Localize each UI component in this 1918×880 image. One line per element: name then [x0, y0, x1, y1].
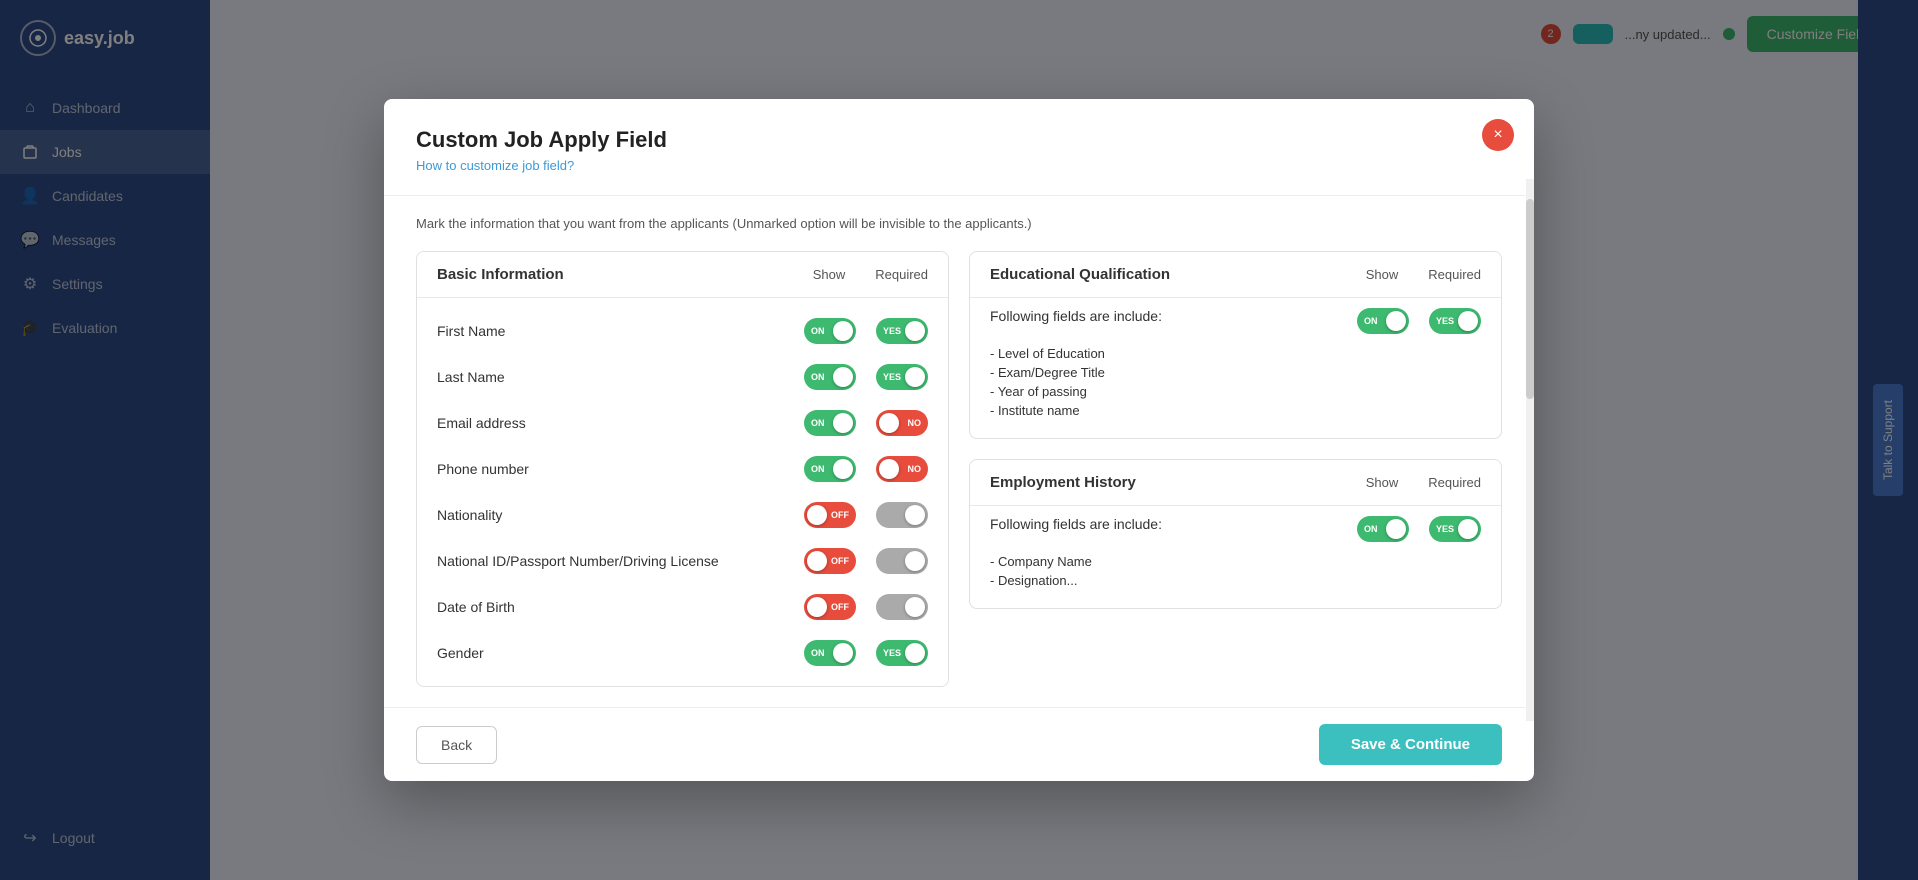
toggle-show-dob[interactable]: OFF — [804, 594, 856, 620]
edu-field-1: - Level of Education — [990, 346, 1481, 361]
edu-toggle-group: ON YES — [1357, 308, 1481, 334]
toggle-group-email: ON NO — [804, 410, 928, 436]
scrollbar-track — [1526, 179, 1534, 721]
modal-overlay: Custom Job Apply Field How to customize … — [0, 0, 1918, 880]
toggle-group-nationalid: OFF — [804, 548, 928, 574]
emp-body: Following fields are include: ON YES — [970, 506, 1501, 608]
toggle-req-edu[interactable]: YES — [1429, 308, 1481, 334]
show-label: Show — [813, 267, 846, 282]
basic-info-card: Basic Information Show Required First Na… — [416, 251, 949, 687]
modal-columns: Basic Information Show Required First Na… — [416, 251, 1502, 687]
toggle-group-phone: ON NO — [804, 456, 928, 482]
toggle-req-emp[interactable]: YES — [1429, 516, 1481, 542]
field-row-lastname: Last Name ON YES — [417, 354, 948, 400]
toggle-req-nationality[interactable] — [876, 502, 928, 528]
field-label-email: Email address — [437, 415, 794, 431]
toggle-req-firstname[interactable]: YES — [876, 318, 928, 344]
emp-field-1: - Company Name — [990, 554, 1481, 569]
field-label-dob: Date of Birth — [437, 599, 794, 615]
toggle-group-nationality: OFF — [804, 502, 928, 528]
toggle-show-lastname[interactable]: ON — [804, 364, 856, 390]
field-label-lastname: Last Name — [437, 369, 794, 385]
emp-field-2: - Designation... — [990, 573, 1481, 588]
edu-header: Educational Qualification Show Required — [970, 252, 1501, 298]
edu-field-4: - Institute name — [990, 403, 1481, 418]
emp-title: Employment History — [990, 474, 1136, 491]
field-row-nationality: Nationality OFF — [417, 492, 948, 538]
toggle-show-phone[interactable]: ON — [804, 456, 856, 482]
modal-header: Custom Job Apply Field How to customize … — [384, 99, 1534, 196]
employment-section: Employment History Show Required Followi… — [969, 459, 1502, 609]
modal-instruction: Mark the information that you want from … — [416, 216, 1502, 231]
modal-title: Custom Job Apply Field — [416, 127, 1502, 153]
scrollbar-thumb[interactable] — [1526, 199, 1534, 399]
toggle-show-email[interactable]: ON — [804, 410, 856, 436]
edu-show-label: Show — [1366, 267, 1399, 282]
emp-header-labels: Show Required — [1366, 475, 1481, 490]
toggle-group-dob: OFF — [804, 594, 928, 620]
toggle-req-dob[interactable] — [876, 594, 928, 620]
field-row-firstname: First Name ON YES — [417, 308, 948, 354]
basic-info-body: First Name ON YES — [417, 298, 948, 686]
field-label-phone: Phone number — [437, 461, 794, 477]
emp-show-label: Show — [1366, 475, 1399, 490]
toggle-req-gender[interactable]: YES — [876, 640, 928, 666]
right-column: Educational Qualification Show Required … — [969, 251, 1502, 687]
modal: Custom Job Apply Field How to customize … — [384, 99, 1534, 781]
modal-subtitle-link[interactable]: How to customize job field? — [416, 158, 574, 173]
required-label: Required — [875, 267, 928, 282]
toggle-show-nationalid[interactable]: OFF — [804, 548, 856, 574]
edu-header-labels: Show Required — [1366, 267, 1481, 282]
modal-footer: Back Save & Continue — [384, 707, 1534, 781]
toggle-show-nationality[interactable]: OFF — [804, 502, 856, 528]
toggle-show-emp[interactable]: ON — [1357, 516, 1409, 542]
toggle-req-lastname[interactable]: YES — [876, 364, 928, 390]
edu-field-3: - Year of passing — [990, 384, 1481, 399]
field-label-firstname: First Name — [437, 323, 794, 339]
edu-body: Following fields are include: ON YES — [970, 298, 1501, 438]
edu-required-label: Required — [1428, 267, 1481, 282]
educational-section: Educational Qualification Show Required … — [969, 251, 1502, 439]
field-row-dob: Date of Birth OFF — [417, 584, 948, 630]
basic-info-section: Basic Information Show Required First Na… — [416, 251, 949, 687]
field-row-phone: Phone number ON NO — [417, 446, 948, 492]
emp-toggle-group: ON YES — [1357, 516, 1481, 542]
toggle-req-phone[interactable]: NO — [876, 456, 928, 482]
emp-following-text: Following fields are include: — [990, 516, 1337, 532]
basic-info-title: Basic Information — [437, 266, 564, 283]
modal-body: Mark the information that you want from … — [384, 196, 1534, 707]
basic-info-header: Basic Information Show Required — [417, 252, 948, 298]
edu-field-2: - Exam/Degree Title — [990, 365, 1481, 380]
toggle-group-lastname: ON YES — [804, 364, 928, 390]
toggle-show-gender[interactable]: ON — [804, 640, 856, 666]
basic-info-header-labels: Show Required — [813, 267, 928, 282]
field-row-email: Email address ON NO — [417, 400, 948, 446]
toggle-req-nationalid[interactable] — [876, 548, 928, 574]
toggle-req-email[interactable]: NO — [876, 410, 928, 436]
edu-following-text: Following fields are include: — [990, 308, 1337, 324]
save-continue-button[interactable]: Save & Continue — [1319, 724, 1502, 765]
modal-close-button[interactable]: × — [1482, 119, 1514, 151]
emp-header: Employment History Show Required — [970, 460, 1501, 506]
toggle-show-edu[interactable]: ON — [1357, 308, 1409, 334]
toggle-group-gender: ON YES — [804, 640, 928, 666]
edu-title: Educational Qualification — [990, 266, 1170, 283]
field-row-nationalid: National ID/Passport Number/Driving Lice… — [417, 538, 948, 584]
toggle-show-firstname[interactable]: ON — [804, 318, 856, 344]
field-label-gender: Gender — [437, 645, 794, 661]
toggle-group-firstname: ON YES — [804, 318, 928, 344]
field-label-nationalid: National ID/Passport Number/Driving Lice… — [437, 553, 794, 569]
emp-required-label: Required — [1428, 475, 1481, 490]
back-button[interactable]: Back — [416, 726, 497, 764]
field-row-gender: Gender ON YES — [417, 630, 948, 676]
field-label-nationality: Nationality — [437, 507, 794, 523]
